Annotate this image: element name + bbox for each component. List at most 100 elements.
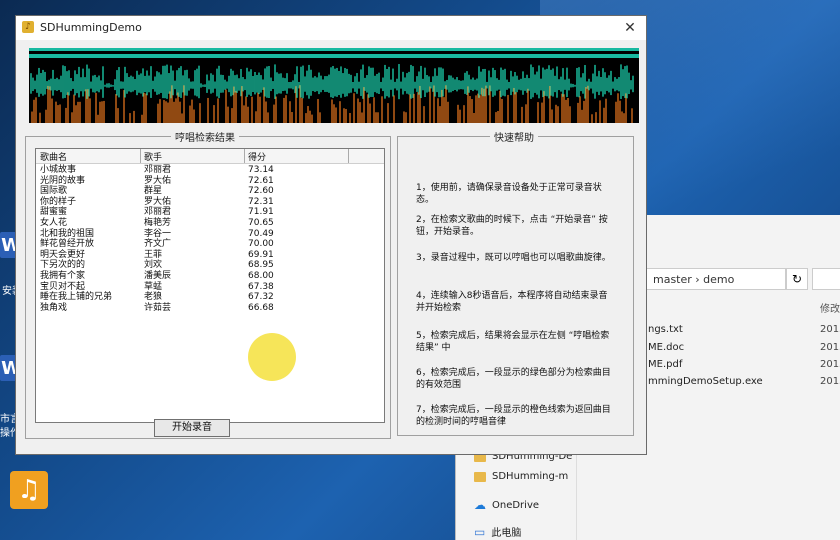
score: 72.60	[248, 186, 274, 197]
nav-item-label: 此电脑	[491, 528, 522, 539]
file-item[interactable]: ME.pdf	[648, 359, 682, 370]
results-group-title: 哼唱检索结果	[171, 129, 239, 144]
title-bar[interactable]: ♪ SDHummingDemo ✕	[16, 16, 646, 40]
song-name: 北和我的祖国	[40, 228, 95, 239]
score: 72.31	[248, 196, 274, 207]
computer-icon: ▭	[474, 524, 486, 539]
nav-item-label: OneDrive	[492, 499, 540, 511]
results-list-header: 歌曲名 歌手 得分	[36, 149, 384, 164]
waveform-graph	[30, 64, 634, 123]
singer-name: 邓丽君	[144, 165, 172, 175]
score: 73.14	[248, 165, 274, 175]
table-row[interactable]: 小城故事 邓丽君 73.14	[36, 165, 384, 175]
song-name: 小城故事	[40, 165, 77, 175]
song-name: 甜蜜蜜	[40, 207, 68, 218]
column-header-modified[interactable]: 修改	[820, 300, 840, 315]
column-header-score[interactable]: 得分	[248, 150, 266, 163]
song-name: 国际歌	[40, 186, 68, 197]
table-row[interactable]: 明天会更好 王菲 69.91	[36, 250, 384, 260]
help-item: 5，检索完成后，结果将会显示在左侧 “哼唱检索结果” 中	[416, 331, 610, 353]
score: 70.49	[248, 228, 274, 239]
results-list[interactable]: 歌曲名 歌手 得分 小城故事 邓丽君 73.14 光阴的故事 罗大佑 72.61 国际歌 群星…	[35, 148, 385, 423]
column-divider[interactable]	[244, 149, 245, 163]
search-box[interactable]	[812, 268, 840, 290]
file-date: 2015	[820, 342, 840, 353]
singer-name: 李谷一	[144, 228, 172, 239]
music-app-icon[interactable]: ♫	[10, 471, 48, 509]
table-row[interactable]: 北和我的祖国 李谷一 70.49	[36, 229, 384, 239]
file-item[interactable]: ME.doc	[648, 342, 684, 353]
singer-name: 刘欢	[144, 260, 163, 271]
score: 69.91	[248, 249, 274, 260]
table-row[interactable]: 下另次的的 刘欢 68.95	[36, 260, 384, 270]
singer-name: 邓丽君	[144, 207, 172, 218]
help-group-title: 快速帮助	[490, 129, 538, 144]
score: 68.95	[248, 260, 274, 271]
nav-item-onedrive[interactable]: ☁ OneDrive	[474, 498, 539, 512]
song-name: 女人花	[40, 218, 68, 228]
close-button[interactable]: ✕	[620, 18, 640, 38]
score: 66.68	[248, 302, 274, 313]
help-item: 7，检索完成后，一段显示的橙色线索为返回曲目的检测时间的哼唱音律	[416, 405, 611, 427]
pane-divider	[576, 455, 577, 540]
help-item: 4，连续输入8秒语音后，本程序将自动结束录音并开始检索	[416, 291, 608, 313]
score: 70.65	[248, 218, 274, 228]
song-name: 光阴的故事	[40, 175, 86, 186]
song-name: 你的样子	[40, 196, 77, 207]
table-row[interactable]: 独角戏 许茹芸 66.68	[36, 303, 384, 313]
help-group: 快速帮助 1，使用前，请确保录音设备处于正常可录音状态。 2，在检索文歌曲的时候下…	[397, 129, 634, 436]
singer-name: 老狼	[144, 292, 163, 303]
file-date: 2015	[820, 324, 840, 335]
help-item: 2，在检索文歌曲的时候下，点击 “开始录音” 按钮，开始录音。	[416, 215, 608, 237]
app-icon: ♪	[22, 21, 34, 33]
singer-name: 许茹芸	[144, 302, 172, 313]
singer-name: 梅艳芳	[144, 218, 172, 228]
score: 67.38	[248, 281, 274, 292]
nav-item-label: SDHumming-m	[492, 471, 569, 482]
score: 72.61	[248, 175, 274, 186]
start-recording-button[interactable]: 开始录音	[154, 419, 230, 437]
nav-item-folder[interactable]: SDHumming-m	[474, 471, 568, 482]
column-divider[interactable]	[348, 149, 349, 163]
song-name: 下另次的的	[40, 260, 86, 271]
singer-name: 罗大佑	[144, 196, 172, 207]
song-name: 明天会更好	[40, 249, 86, 260]
table-row[interactable]: 女人花 梅艳芳 70.65	[36, 218, 384, 228]
help-item: 1，使用前，请确保录音设备处于正常可录音状态。	[416, 183, 602, 205]
file-date: 2015	[820, 359, 840, 370]
score: 71.91	[248, 207, 274, 218]
nav-item-this-pc[interactable]: ▭ 此电脑	[474, 524, 522, 540]
song-name: 鲜花曾经开放	[40, 239, 95, 250]
score: 70.00	[248, 239, 274, 250]
column-divider[interactable]	[140, 149, 141, 163]
table-row[interactable]: 宝贝对不起 草蜢 67.38	[36, 282, 384, 292]
column-header-singer[interactable]: 歌手	[144, 150, 162, 163]
folder-icon	[474, 471, 486, 482]
help-item: 3，录音过程中，既可以哼唱也可以唱歌曲旋律。	[416, 253, 611, 263]
address-bar[interactable]: master › demo	[646, 268, 786, 290]
singer-name: 王菲	[144, 249, 163, 260]
file-item[interactable]: ngs.txt	[648, 324, 683, 335]
table-row[interactable]: 甜蜜蜜 邓丽君 71.91	[36, 207, 384, 217]
table-row[interactable]: 光阴的故事 罗大佑 72.61	[36, 176, 384, 186]
sdhumming-window: ♪ SDHummingDemo ✕ 哼唱检索结果 歌曲名 歌手 得分 小城故事邓…	[15, 15, 647, 455]
file-item[interactable]: mmingDemoSetup.exe	[648, 376, 763, 387]
column-header-song[interactable]: 歌曲名	[40, 150, 67, 163]
table-row[interactable]: 鲜花曾经开放 齐文广 70.00	[36, 239, 384, 249]
help-item: 6，检索完成后，一段显示的绿色部分为检索曲目的有效范围	[416, 368, 611, 390]
singer-name: 罗大佑	[144, 175, 172, 186]
refresh-icon[interactable]: ↻	[786, 268, 808, 290]
singer-name: 群星	[144, 186, 163, 197]
score: 68.00	[248, 271, 274, 281]
cloud-icon: ☁	[474, 498, 486, 512]
table-row[interactable]: 睡在我上铺的兄弟 老狼 67.32	[36, 292, 384, 302]
table-row[interactable]: 你的样子 罗大佑 72.31	[36, 197, 384, 207]
table-row[interactable]: 国际歌 群星 72.60	[36, 186, 384, 196]
cursor-highlight	[248, 333, 296, 381]
song-name: 宝贝对不起	[40, 281, 86, 292]
singer-name: 草蜢	[144, 281, 163, 292]
file-date: 2015	[820, 376, 840, 387]
waveform-display	[29, 48, 639, 123]
table-row[interactable]: 我拥有个家 潘美辰 68.00	[36, 271, 384, 281]
song-name: 我拥有个家	[40, 271, 86, 281]
